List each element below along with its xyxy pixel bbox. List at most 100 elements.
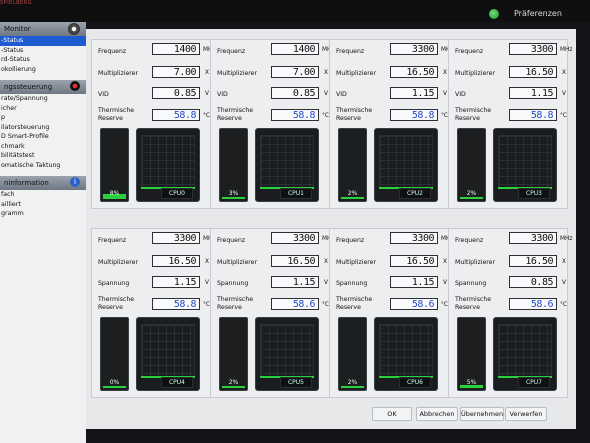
sidebar-item[interactable]: -Status — [0, 46, 86, 56]
voltage-value: 1.15 — [390, 87, 438, 99]
thermal-label-1: Thermische — [217, 107, 254, 114]
load-percent: 2% — [347, 190, 358, 197]
thermal-label-2: Reserve — [217, 304, 242, 311]
frequency-label: Frequenz — [336, 48, 365, 55]
sidebar-item[interactable]: fach — [0, 190, 86, 200]
cpu-load-graph: CPU4 — [136, 317, 200, 391]
voltage-label: Spannung — [217, 280, 249, 287]
unit-v: V — [562, 91, 566, 97]
sidebar-section-monitor[interactable]: Monitor — [0, 22, 86, 36]
multiplier-value: 16.50 — [509, 66, 557, 78]
multiplier-value: 16.50 — [509, 255, 557, 267]
unit-x: X — [324, 70, 328, 76]
cpu-load-meter: 8% — [100, 128, 129, 202]
multiplier-label: Multiplizierer — [98, 70, 139, 77]
multiplier-label: Multiplizierer — [455, 259, 496, 266]
multiplier-label: Multiplizierer — [336, 70, 377, 77]
voltage-label: Spannung — [98, 280, 130, 287]
cpu-load-graph: CPU3 — [493, 128, 557, 202]
load-percent: 2% — [347, 379, 358, 386]
multiplier-value: 16.50 — [390, 66, 438, 78]
preferences-label: Präferenzen — [514, 9, 562, 18]
sidebar-item[interactable]: chmark — [0, 142, 86, 152]
sidebar-item[interactable]: ailliert — [0, 200, 86, 210]
cpu-name: CPU3 — [518, 188, 550, 199]
sidebar-item[interactable]: p — [0, 113, 86, 123]
voltage-value: 1.15 — [390, 276, 438, 288]
cpu-load-meter: 5% — [457, 317, 486, 391]
cpu-core-panel: Frequenz 3300 MHz Multiplizierer 16.50 X… — [329, 228, 453, 398]
sidebar-item[interactable]: rd-Status — [0, 55, 86, 65]
thermal-label-1: Thermische — [98, 296, 135, 303]
sidebar-item[interactable]: -Status — [0, 36, 86, 46]
cpu-load-graph: CPU1 — [255, 128, 319, 202]
apply-button[interactable]: Übernehmen — [460, 407, 504, 421]
discard-button[interactable]: Verwerfen — [505, 407, 547, 421]
unit-celsius: °C — [322, 113, 329, 119]
ok-button[interactable]: OK — [372, 407, 412, 421]
thermal-label-2: Reserve — [455, 115, 480, 122]
frequency-value: 3300 — [390, 43, 438, 55]
multiplier-label: Multiplizierer — [217, 259, 258, 266]
section-title: ninformation — [4, 179, 49, 187]
thermal-label-1: Thermische — [217, 296, 254, 303]
sidebar-item[interactable]: okollierung — [0, 65, 86, 75]
voltage-value: 1.15 — [152, 276, 200, 288]
unit-x: X — [562, 259, 566, 265]
unit-x: X — [443, 259, 447, 265]
multiplier-label: Multiplizierer — [98, 259, 139, 266]
sidebar-section-info[interactable]: ninformation i — [0, 176, 86, 190]
cpu-load-meter: 2% — [219, 317, 248, 391]
preferences-button[interactable]: Präferenzen — [489, 7, 579, 21]
load-percent: 5% — [466, 379, 477, 386]
unit-x: X — [205, 259, 209, 265]
thermal-reserve-value: 58.6 — [390, 298, 438, 310]
thermal-label-1: Thermische — [336, 107, 373, 114]
thermal-label-1: Thermische — [455, 296, 492, 303]
cpu-load-graph: CPU0 — [136, 128, 200, 202]
sidebar-item[interactable]: rate/Spannung — [0, 94, 86, 104]
sidebar-item[interactable]: ilatorsteuerung — [0, 123, 86, 133]
graph-grid — [260, 135, 314, 189]
thermal-reserve-value: 58.8 — [509, 109, 557, 121]
sidebar-item[interactable]: D Smart-Profile — [0, 132, 86, 142]
cpu-name: CPU6 — [399, 377, 431, 388]
multiplier-value: 16.50 — [390, 255, 438, 267]
thermal-label-2: Reserve — [217, 115, 242, 122]
thermal-reserve-value: 58.8 — [152, 298, 200, 310]
frequency-label: Frequenz — [217, 237, 246, 244]
thermal-label-2: Reserve — [98, 304, 123, 311]
section-title: Monitor — [4, 25, 31, 33]
frequency-label: Frequenz — [455, 237, 484, 244]
cpu-core-panel: Frequenz 3300 MHz Multiplizierer 16.50 X… — [210, 228, 334, 398]
cpu-load-meter: 2% — [457, 128, 486, 202]
voltage-label: VID — [98, 91, 109, 98]
sidebar: Monitor -Status -Status rd-Status okolli… — [0, 22, 86, 443]
load-percent: 2% — [466, 190, 477, 197]
unit-v: V — [324, 280, 328, 286]
unit-x: X — [324, 259, 328, 265]
cpu-core-panel: Frequenz 1400 MHz Multiplizierer 7.00 X … — [91, 39, 215, 209]
cpu-core-panel: Frequenz 3300 MHz Multiplizierer 16.50 X… — [91, 228, 215, 398]
cpu-load-graph: CPU7 — [493, 317, 557, 391]
cancel-button[interactable]: Abbrechen — [416, 407, 458, 421]
screen: SPIELBERG Präferenzen Monitor -Status -S… — [0, 0, 590, 443]
status-dot-icon — [489, 9, 499, 19]
frequency-label: Frequenz — [217, 48, 246, 55]
thermal-reserve-value: 58.8 — [390, 109, 438, 121]
sidebar-section-control[interactable]: ngssteuerung — [0, 80, 86, 94]
unit-mhz: MHz — [560, 47, 573, 53]
multiplier-label: Multiplizierer — [455, 70, 496, 77]
sidebar-item[interactable]: bilitätstest — [0, 151, 86, 161]
unit-v: V — [205, 91, 209, 97]
thermal-label-2: Reserve — [98, 115, 123, 122]
sidebar-item[interactable]: omatische Taktung — [0, 161, 86, 171]
cpu-core-panel: Frequenz 3300 MHz Multiplizierer 16.50 X… — [329, 39, 453, 209]
cpu-name: CPU5 — [280, 377, 312, 388]
sidebar-item[interactable]: gramm — [0, 209, 86, 219]
voltage-value: 0.85 — [271, 87, 319, 99]
sidebar-item[interactable]: icher — [0, 104, 86, 114]
brand-logo: SPIELBERG — [0, 0, 33, 6]
load-percent: 2% — [228, 379, 239, 386]
graph-grid — [141, 324, 195, 378]
